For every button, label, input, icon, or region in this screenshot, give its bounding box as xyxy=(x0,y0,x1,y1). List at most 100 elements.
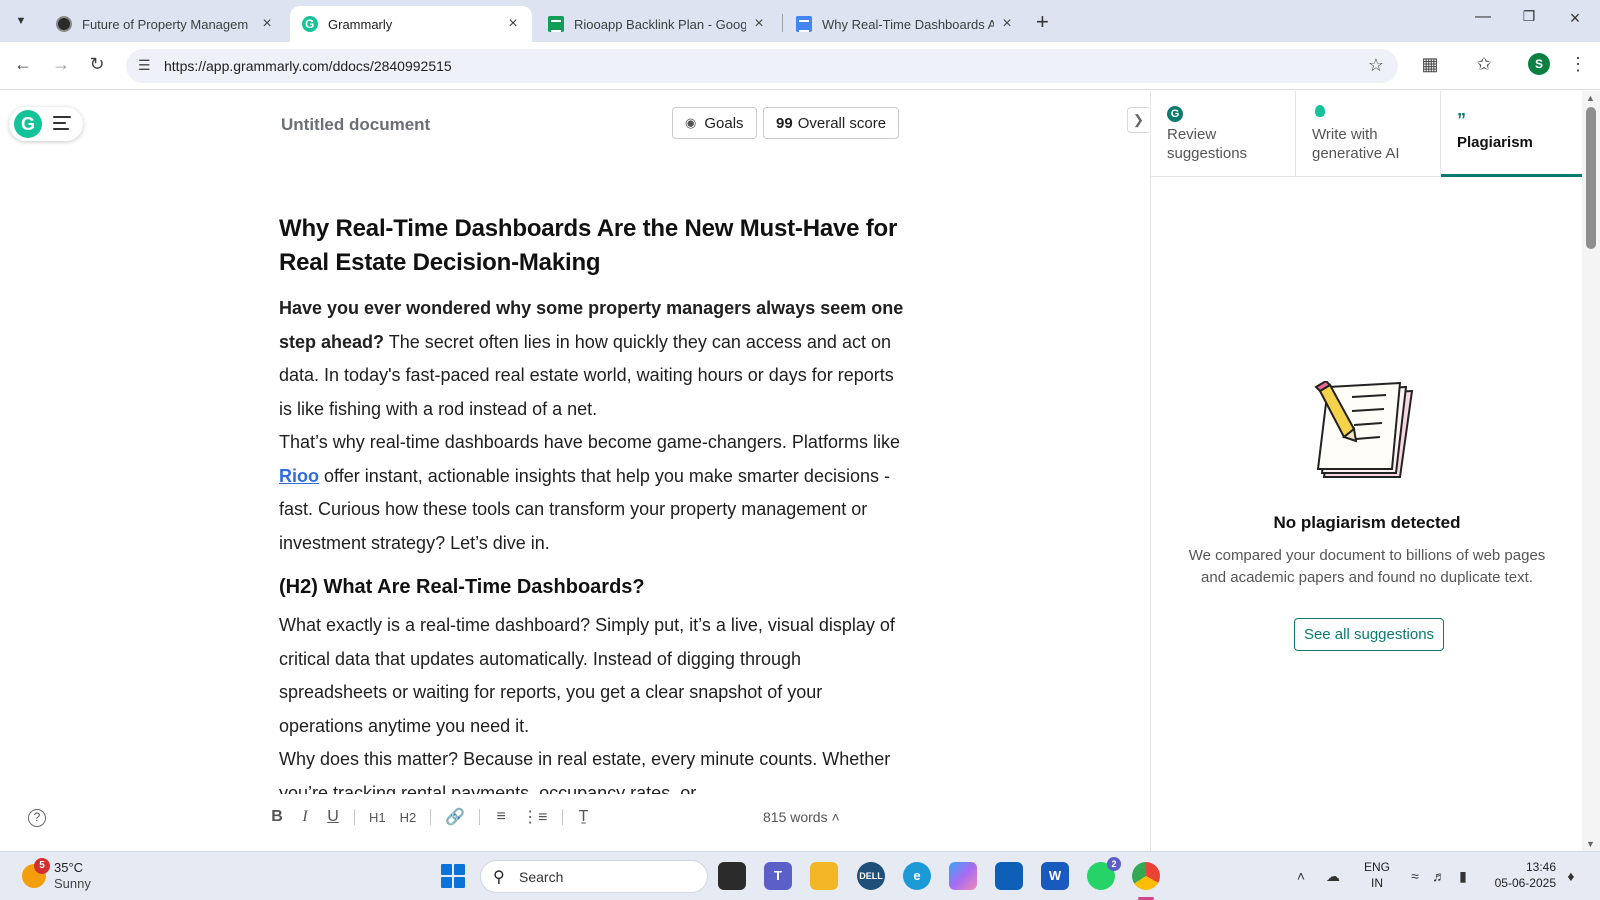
windows-start-icon[interactable] xyxy=(441,864,465,888)
help-question-icon[interactable]: ? xyxy=(28,809,46,827)
lightbulb-icon xyxy=(1312,103,1424,121)
favorites-icon[interactable]: ✩ xyxy=(1472,54,1496,75)
goals-button[interactable]: ◉ Goals xyxy=(672,107,757,139)
paragraph-3[interactable]: What exactly is a real-time dashboard? S… xyxy=(279,609,904,743)
reload-icon[interactable]: ↻ xyxy=(84,54,110,75)
weather-condition: Sunny xyxy=(54,876,91,891)
heading-2-button[interactable]: H2 xyxy=(400,810,417,825)
tab-why-real-time-dashboards[interactable]: Why Real-Time Dashboards Are × xyxy=(784,6,1026,42)
paragraph-2[interactable]: That’s why real-time dashboards have bec… xyxy=(279,426,904,560)
pencil-and-pages-illustration-icon xyxy=(1314,381,1414,478)
microsoft-store-icon[interactable] xyxy=(995,862,1023,890)
wifi-icon[interactable]: ≈ xyxy=(1404,868,1426,884)
system-clock[interactable]: 13:46 05-06-2025 xyxy=(1488,859,1556,891)
whatsapp-icon[interactable]: 2 xyxy=(1087,857,1121,890)
tab-label: Review suggestions xyxy=(1167,126,1248,162)
tab-grammarly[interactable]: Grammarly × xyxy=(290,6,532,42)
grammarly-logo-icon[interactable]: G xyxy=(14,110,42,138)
document-title[interactable]: Untitled document xyxy=(281,115,430,135)
restore-icon[interactable]: ❐ xyxy=(1514,8,1544,25)
profile-avatar[interactable]: S xyxy=(1528,53,1550,75)
panel-tabs: G Review suggestions Write with generati… xyxy=(1151,91,1583,177)
chrome-icon[interactable] xyxy=(1132,862,1160,890)
close-icon[interactable]: × xyxy=(504,15,522,33)
notification-bell-icon[interactable]: ♦ xyxy=(1560,868,1582,884)
copilot-icon[interactable] xyxy=(949,862,977,890)
tab-label: Plagiarism xyxy=(1457,134,1533,151)
volume-icon[interactable]: ♬ xyxy=(1428,868,1450,884)
heading-1-button[interactable]: H1 xyxy=(369,810,386,825)
see-all-suggestions-button[interactable]: See all suggestions xyxy=(1294,618,1444,651)
weather-badge: 5 xyxy=(34,858,50,874)
close-icon[interactable]: × xyxy=(750,15,768,33)
scroll-down-arrow-icon[interactable]: ▼ xyxy=(1586,839,1595,849)
address-bar-row: ← → ↻ ☰ https://app.grammarly.com/ddocs/… xyxy=(0,42,1600,90)
tab-search-chevron-icon[interactable]: ▼ xyxy=(8,8,34,34)
back-arrow-icon[interactable]: ← xyxy=(10,54,36,75)
bookmark-star-icon[interactable]: ☆ xyxy=(1368,55,1384,76)
grammarly-menu-pill[interactable]: G xyxy=(9,107,83,141)
score-label: Overall score xyxy=(797,114,887,132)
edge-browser-icon[interactable]: e xyxy=(903,862,931,890)
grammarly-favicon-icon xyxy=(302,16,318,32)
url-omnibox[interactable]: ☰ https://app.grammarly.com/ddocs/284099… xyxy=(126,49,1398,83)
task-view-icon[interactable] xyxy=(718,862,746,890)
document-body[interactable]: Why Real-Time Dashboards Are the New Mus… xyxy=(279,212,904,794)
close-icon[interactable]: × xyxy=(998,15,1016,33)
numbered-list-icon[interactable]: ≡ xyxy=(494,808,508,826)
site-settings-icon[interactable]: ☰ xyxy=(138,57,151,74)
no-plagiarism-description: We compared your document to billions of… xyxy=(1188,547,1546,586)
collapse-panel-chevron-icon[interactable]: ❯ xyxy=(1127,107,1149,133)
toolbar-divider xyxy=(354,809,355,825)
formatting-toolbar: B I U H1 H2 🔗 ≡ ⋮≡ Ṯ xyxy=(270,803,605,831)
battery-icon[interactable]: ▮ xyxy=(1452,868,1474,885)
link-icon[interactable]: 🔗 xyxy=(445,807,465,827)
grammarly-editor: G Untitled document ◉ Goals 99 Overall s… xyxy=(0,91,1150,851)
new-tab-plus-icon[interactable]: + xyxy=(1036,9,1049,35)
page-scrollbar[interactable]: ▲ ▼ xyxy=(1582,91,1600,851)
extensions-puzzle-icon[interactable]: ▦ xyxy=(1418,54,1442,75)
whatsapp-badge: 2 xyxy=(1107,857,1121,871)
tab-title: Future of Property Managem xyxy=(82,16,249,32)
overall-score-button[interactable]: 99 Overall score xyxy=(763,107,900,139)
heading-1[interactable]: Why Real-Time Dashboards Are the New Mus… xyxy=(279,212,904,280)
bold-button[interactable]: B xyxy=(270,808,284,826)
paragraph-4[interactable]: Why does this matter? Because in real es… xyxy=(279,743,904,794)
more-menu-icon[interactable]: ⋮ xyxy=(1566,54,1590,75)
tab-review-suggestions[interactable]: G Review suggestions xyxy=(1151,91,1295,177)
underline-button[interactable]: U xyxy=(326,808,340,826)
input-language[interactable]: ENG IN xyxy=(1364,859,1390,891)
score-value: 99 xyxy=(776,114,793,132)
tab-write-with-ai[interactable]: Write with generative AI xyxy=(1296,91,1440,177)
scroll-up-arrow-icon[interactable]: ▲ xyxy=(1586,93,1595,103)
chevron-up-icon[interactable]: ˄ xyxy=(831,809,839,825)
word-icon[interactable]: W xyxy=(1041,862,1069,890)
clear-formatting-icon[interactable]: Ṯ xyxy=(577,808,591,826)
heading-2[interactable]: (H2) What Are Real-Time Dashboards? xyxy=(279,572,904,602)
tab-riooapp-backlink-plan[interactable]: Riooapp Backlink Plan - Google × xyxy=(536,6,778,42)
bulleted-list-icon[interactable]: ⋮≡ xyxy=(522,807,547,827)
tab-future-of-property[interactable]: Future of Property Managem × xyxy=(44,6,286,42)
scroll-thumb[interactable] xyxy=(1586,107,1596,249)
file-explorer-icon[interactable] xyxy=(810,862,838,890)
forward-arrow-icon[interactable]: → xyxy=(48,54,74,75)
close-icon[interactable]: × xyxy=(258,15,276,33)
onedrive-icon[interactable]: ☁ xyxy=(1322,868,1344,885)
dell-icon[interactable]: DELL xyxy=(857,862,885,890)
paragraph-1[interactable]: Have you ever wondered why some property… xyxy=(279,292,904,426)
teams-icon[interactable]: T xyxy=(764,862,792,890)
show-hidden-icons-chevron-icon[interactable]: ˄ xyxy=(1290,868,1312,884)
toolbar-divider xyxy=(561,809,563,825)
clock-time: 13:46 xyxy=(1525,860,1556,874)
hamburger-menu-icon[interactable] xyxy=(53,116,71,134)
tab-plagiarism[interactable]: ” Plagiarism xyxy=(1441,91,1583,177)
word-count[interactable]: 815 words ˄ xyxy=(763,809,840,825)
window-close-icon[interactable]: × xyxy=(1560,8,1590,29)
rioo-link[interactable]: Rioo xyxy=(279,466,319,486)
word-count-text: 815 words xyxy=(763,809,828,825)
taskbar-search[interactable]: ⚲ Search xyxy=(480,860,708,893)
url-text[interactable]: https://app.grammarly.com/ddocs/28409925… xyxy=(164,58,452,74)
italic-button[interactable]: I xyxy=(298,808,312,826)
minimize-icon[interactable]: — xyxy=(1468,8,1498,26)
search-label: Search xyxy=(519,869,564,885)
